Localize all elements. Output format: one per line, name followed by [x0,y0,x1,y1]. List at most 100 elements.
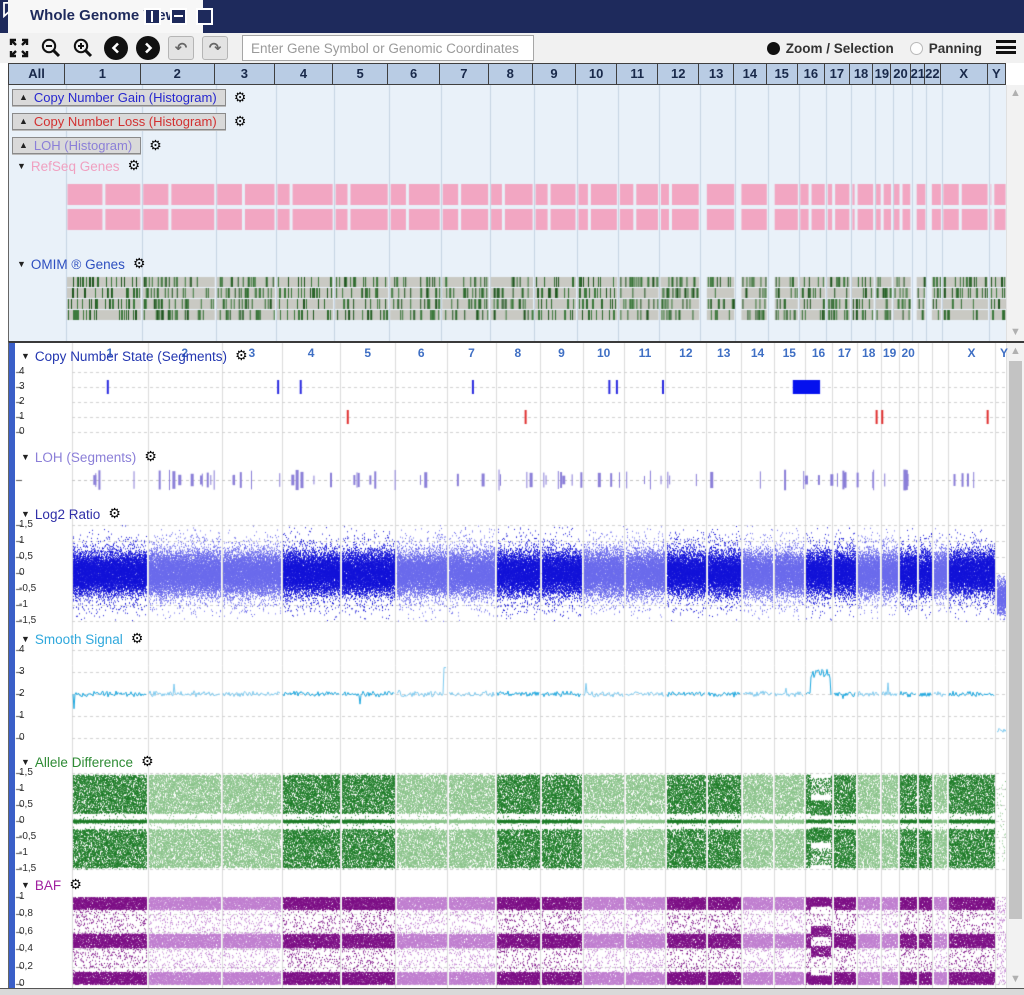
ruler-label-3: 3 [249,346,256,360]
upper-scrollbar[interactable]: ▲ ▼ [1006,85,1024,341]
chromosome-cell-7[interactable]: 7 [440,63,488,85]
undo-button[interactable]: ↶ [168,36,194,60]
collapse-arrow-icon[interactable]: ▼ [21,509,30,519]
chromosome-cell-all[interactable]: All [8,63,65,85]
fit-to-window-button[interactable] [6,35,32,61]
chromosome-cell-19[interactable]: 19 [873,63,891,85]
collapse-arrow-icon[interactable]: ▼ [17,259,26,269]
window-icon[interactable] [196,8,213,25]
search-input[interactable] [242,35,534,61]
track-copy-number-loss-histogram--button[interactable]: ▲Copy Number Loss (Histogram) [12,113,226,130]
cn-state-ytick: 1 [19,411,25,422]
track-copy-number-state[interactable]: ▼Copy Number State (Segments)⚙ [21,348,248,364]
collapse-arrow-icon[interactable]: ▼ [21,452,30,462]
track-smooth-signal-settings-icon[interactable]: ⚙ [131,631,144,647]
ruler-label-17: 17 [838,346,851,360]
track-copy-number-gain-histogram--settings-icon[interactable]: ⚙ [234,90,247,106]
ruler-label-8: 8 [515,346,522,360]
scroll-down-icon[interactable]: ▼ [1009,973,1022,986]
zoom-out-button[interactable] [38,35,64,61]
chromosome-cell-21[interactable]: 21 [911,63,926,85]
menu-icon[interactable] [996,40,1016,56]
panning-radio[interactable] [910,42,923,55]
track-copy-number-gain-histogram-[interactable]: ▲Copy Number Gain (Histogram) ⚙ [12,89,246,106]
ruler-label-12: 12 [679,346,692,360]
chromosome-cell-15[interactable]: 15 [767,63,798,85]
track-refseq-genes-settings-icon[interactable]: ⚙ [127,158,140,174]
chromosome-cell-14[interactable]: 14 [734,63,767,85]
chromosome-cell-13[interactable]: 13 [699,63,734,85]
track-loh-histogram--label: LOH (Histogram) [34,138,132,153]
zoom-selection-radio[interactable] [767,42,780,55]
track-omim-genes-label: OMIM ® Genes [31,257,125,272]
zoom-in-icon [71,36,95,60]
collapse-arrow-icon[interactable]: ▼ [17,161,26,171]
track-log2-ratio-settings-icon[interactable]: ⚙ [108,506,121,522]
chromosome-cell-6[interactable]: 6 [388,63,440,85]
collapse-arrow-icon[interactable]: ▼ [21,634,30,644]
split-horizontal-icon[interactable] [170,8,187,25]
ruler-label-5: 5 [364,346,371,360]
chromosome-cell-Y[interactable]: Y [988,63,1006,85]
zoom-in-button[interactable] [70,35,96,61]
chromosome-cell-16[interactable]: 16 [798,63,825,85]
chromosome-cell-4[interactable]: 4 [275,63,333,85]
next-button[interactable] [136,36,160,60]
track-copy-number-loss-histogram--settings-icon[interactable]: ⚙ [234,114,247,130]
chromosome-cell-X[interactable]: X [941,63,988,85]
chromosome-cell-10[interactable]: 10 [576,63,617,85]
chromosome-cell-12[interactable]: 12 [658,63,699,85]
chromosome-cell-5[interactable]: 5 [333,63,388,85]
tab-whole-genome-view[interactable]: Whole Genome View [8,0,203,33]
baf-ytick: 0,8 [19,908,33,919]
chromosome-cell-22[interactable]: 22 [925,63,941,85]
scroll-thumb[interactable] [1009,361,1022,919]
baf-ytick: 0,6 [19,926,33,937]
chromosome-cell-17[interactable]: 17 [825,63,850,85]
collapse-arrow-icon[interactable]: ▼ [21,351,30,361]
log2-ytick: 0,5 [19,551,33,562]
track-copy-number-state-settings-icon[interactable]: ⚙ [235,348,248,364]
scroll-up-icon[interactable]: ▲ [1009,87,1022,100]
track-loh-segments[interactable]: ▼ LOH (Segments) ⚙ [21,449,157,465]
track-copy-number-gain-histogram--button[interactable]: ▲Copy Number Gain (Histogram) [12,89,226,106]
track-baf-settings-icon[interactable]: ⚙ [69,877,82,893]
track-baf[interactable]: ▼BAF⚙ [21,877,82,893]
track-smooth-signal[interactable]: ▼Smooth Signal⚙ [21,631,143,647]
chromosome-cell-18[interactable]: 18 [850,63,874,85]
chromosome-cell-1[interactable]: 1 [65,63,141,85]
toolbar: ↶ ↷ Zoom / Selection Panning [0,33,1024,63]
track-omim-genes-settings-icon[interactable]: ⚙ [133,256,146,272]
chromosome-cell-8[interactable]: 8 [489,63,533,85]
chromosome-cell-3[interactable]: 3 [215,63,275,85]
split-vertical-icon[interactable] [144,8,161,25]
lower-tracks-canvas[interactable] [15,343,1013,988]
collapse-arrow-icon[interactable]: ▼ [21,757,30,767]
chromosome-header: All12345678910111213141516171819202122XY [8,63,1006,85]
track-refseq-genes[interactable]: ▼RefSeq Genes⚙ [17,158,140,174]
track-copy-number-loss-histogram-[interactable]: ▲Copy Number Loss (Histogram) ⚙ [12,113,246,130]
lower-scrollbar[interactable]: ▲ ▼ [1006,343,1024,988]
fit-to-window-icon [8,37,30,59]
redo-button[interactable]: ↷ [202,36,228,60]
chromosome-cell-20[interactable]: 20 [891,63,910,85]
expand-arrow-icon[interactable]: ▲ [19,92,28,102]
chromosome-cell-9[interactable]: 9 [533,63,576,85]
track-loh-segments-label: LOH (Segments) [35,450,136,465]
expand-arrow-icon[interactable]: ▲ [19,116,28,126]
chromosome-cell-2[interactable]: 2 [141,63,215,85]
scroll-up-icon[interactable]: ▲ [1009,345,1022,358]
track-loh-histogram--button[interactable]: ▲ LOH (Histogram) [12,137,141,154]
expand-arrow-icon[interactable]: ▲ [19,140,28,150]
track-loh-segments-settings-icon[interactable]: ⚙ [144,449,157,465]
track-allele-difference-settings-icon[interactable]: ⚙ [141,754,154,770]
collapse-arrow-icon[interactable]: ▼ [21,880,30,890]
track-omim-genes[interactable]: ▼ OMIM ® Genes ⚙ [17,256,145,272]
scroll-down-icon[interactable]: ▼ [1009,326,1022,339]
track-log2-ratio[interactable]: ▼Log2 Ratio⚙ [21,506,121,522]
previous-button[interactable] [104,36,128,60]
track-loh-histogram--settings-icon[interactable]: ⚙ [149,138,162,154]
track-allele-difference[interactable]: ▼Allele Difference⚙ [21,754,154,770]
chromosome-cell-11[interactable]: 11 [617,63,658,85]
track-loh-histogram-[interactable]: ▲ LOH (Histogram) ⚙ [12,137,162,154]
